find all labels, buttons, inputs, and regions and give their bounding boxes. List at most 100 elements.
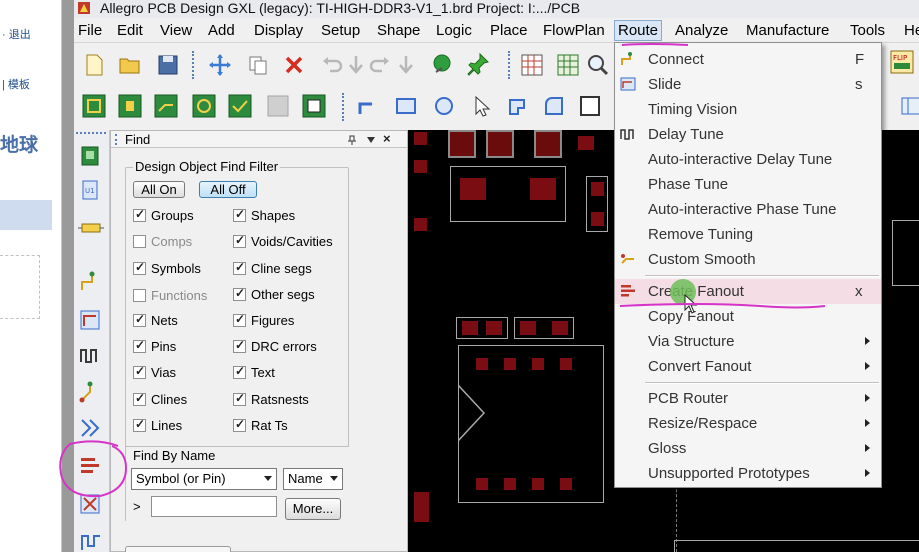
menu-logic[interactable]: Logic: [436, 22, 472, 39]
route-green-icon[interactable]: [154, 94, 178, 118]
refresh-green-icon[interactable]: [192, 94, 216, 118]
menu-add[interactable]: Add: [208, 22, 235, 39]
checkbox-drc-errors[interactable]: DRC errors: [233, 338, 317, 355]
menu-shape[interactable]: Shape: [377, 22, 420, 39]
menu-item-create-fanout[interactable]: Create Fanout x: [615, 279, 881, 304]
checkbox-other-segs[interactable]: Other segs: [233, 286, 315, 303]
menu-analyze[interactable]: Analyze: [675, 22, 728, 39]
menu-item-auto-phase-tune[interactable]: Auto-interactive Phase Tune: [615, 197, 881, 222]
checkbox-symbols[interactable]: Symbols: [133, 260, 201, 277]
menu-help[interactable]: He: [904, 22, 919, 39]
checkbox-box[interactable]: [233, 338, 246, 353]
redo-icon[interactable]: [368, 53, 392, 77]
zoom-icon[interactable]: [586, 53, 610, 77]
checkbox-figures[interactable]: Figures: [233, 312, 294, 329]
menu-item-delay-tune[interactable]: Delay Tune: [615, 122, 881, 147]
add-rect-icon[interactable]: [394, 94, 418, 118]
menu-item-unsupported-prototypes[interactable]: Unsupported Prototypes: [615, 461, 881, 486]
menu-item-via-structure[interactable]: Via Structure: [615, 329, 881, 354]
menu-item-custom-smooth[interactable]: Custom Smooth: [615, 247, 881, 272]
menu-file[interactable]: File: [78, 22, 102, 39]
panel-tab[interactable]: [125, 546, 231, 552]
menu-view[interactable]: View: [160, 22, 192, 39]
checkbox-box[interactable]: [133, 289, 146, 302]
name-mode-select[interactable]: Name: [283, 468, 343, 490]
menu-item-pcb-router[interactable]: PCB Router: [615, 386, 881, 411]
connect-tool-icon[interactable]: [78, 270, 104, 294]
pin-tool-icon[interactable]: [466, 52, 490, 76]
new-file-icon[interactable]: [82, 53, 106, 77]
menu-item-slide[interactable]: Slide s: [615, 72, 881, 97]
arc-shape-icon[interactable]: [542, 94, 566, 118]
chevron-down-icon[interactable]: [367, 137, 375, 143]
shape-edit-icon[interactable]: [302, 94, 326, 118]
checkbox-shapes[interactable]: Shapes: [233, 207, 295, 224]
menu-item-auto-delay-tune[interactable]: Auto-interactive Delay Tune: [615, 147, 881, 172]
delete-icon[interactable]: [282, 53, 306, 77]
menu-item-gloss[interactable]: Gloss: [615, 436, 881, 461]
checkbox-box[interactable]: [133, 312, 146, 327]
add-circle-icon[interactable]: [432, 94, 456, 118]
checkbox-box[interactable]: [133, 338, 146, 353]
flip-icon[interactable]: FLIP: [890, 50, 914, 74]
step-down-2-icon[interactable]: [394, 53, 418, 77]
checkbox-voids[interactable]: Voids/Cavities: [233, 233, 333, 250]
checkbox-box[interactable]: [233, 207, 246, 222]
disabled-tool-icon[interactable]: [266, 94, 290, 118]
open-folder-icon[interactable]: [118, 53, 142, 77]
add-line-icon[interactable]: [356, 94, 380, 118]
move-icon[interactable]: [208, 53, 232, 77]
checkbox-box[interactable]: [133, 417, 146, 432]
menu-manufacture[interactable]: Manufacture: [746, 22, 829, 39]
checkbox-functions[interactable]: Functions: [133, 288, 207, 304]
save-icon[interactable]: [156, 53, 180, 77]
rect-outline-icon[interactable]: [578, 94, 602, 118]
gloss-tool-icon[interactable]: [78, 416, 104, 440]
all-off-button[interactable]: All Off: [199, 181, 257, 198]
logout-link[interactable]: · 退出: [2, 26, 31, 42]
menu-tools[interactable]: Tools: [850, 22, 885, 39]
grid-icon[interactable]: [520, 53, 544, 77]
menu-item-connect[interactable]: Connect F: [615, 47, 881, 72]
panel-toggle-icon[interactable]: [900, 94, 919, 118]
object-type-select[interactable]: Symbol (or Pin): [131, 468, 277, 490]
checkbox-text[interactable]: Text: [233, 364, 275, 381]
checkbox-box[interactable]: [233, 286, 246, 301]
menu-route[interactable]: Route: [614, 20, 663, 41]
checkbox-box[interactable]: [233, 417, 246, 432]
route-pattern-icon[interactable]: [78, 492, 104, 516]
chip-icon[interactable]: U1: [78, 178, 104, 202]
checkbox-box[interactable]: [133, 391, 146, 406]
template-link[interactable]: | 模板: [2, 76, 30, 92]
checkbox-cline-segs[interactable]: Cline segs: [233, 260, 312, 277]
checkbox-box[interactable]: [233, 260, 246, 275]
select-pointer-icon[interactable]: [470, 94, 494, 118]
menu-item-phase-tune[interactable]: Phase Tune: [615, 172, 881, 197]
checkbox-ratsnests[interactable]: Ratsnests: [233, 391, 309, 408]
pin-icon[interactable]: [347, 135, 357, 145]
checkbox-comps[interactable]: Comps: [133, 234, 192, 250]
checkbox-box[interactable]: [233, 233, 246, 248]
fanout-tool-icon[interactable]: [78, 380, 104, 404]
slide-tool-icon[interactable]: [78, 308, 104, 332]
checkbox-box[interactable]: [133, 235, 146, 248]
menu-place[interactable]: Place: [490, 22, 528, 39]
grid-alt-icon[interactable]: [556, 53, 580, 77]
checkbox-box[interactable]: [233, 364, 246, 379]
menu-setup[interactable]: Setup: [321, 22, 360, 39]
undo-icon[interactable]: [320, 53, 344, 77]
all-on-button[interactable]: All On: [133, 181, 185, 198]
add-connect-green-icon[interactable]: [82, 94, 106, 118]
menu-item-timing-vision[interactable]: Timing Vision: [615, 97, 881, 122]
checkbox-rat-ts[interactable]: Rat Ts: [233, 417, 288, 434]
copy-icon[interactable]: [246, 53, 270, 77]
checkbox-clines[interactable]: Clines: [133, 391, 187, 408]
name-search-input[interactable]: [151, 496, 277, 517]
trace-tool-icon[interactable]: [78, 528, 104, 552]
close-icon[interactable]: ×: [383, 131, 391, 146]
menu-item-remove-tuning[interactable]: Remove Tuning: [615, 222, 881, 247]
place-component-icon[interactable]: [78, 144, 104, 168]
step-down-icon[interactable]: [344, 53, 368, 77]
shape-poly-icon[interactable]: [506, 94, 530, 118]
checkbox-box[interactable]: [133, 207, 146, 222]
